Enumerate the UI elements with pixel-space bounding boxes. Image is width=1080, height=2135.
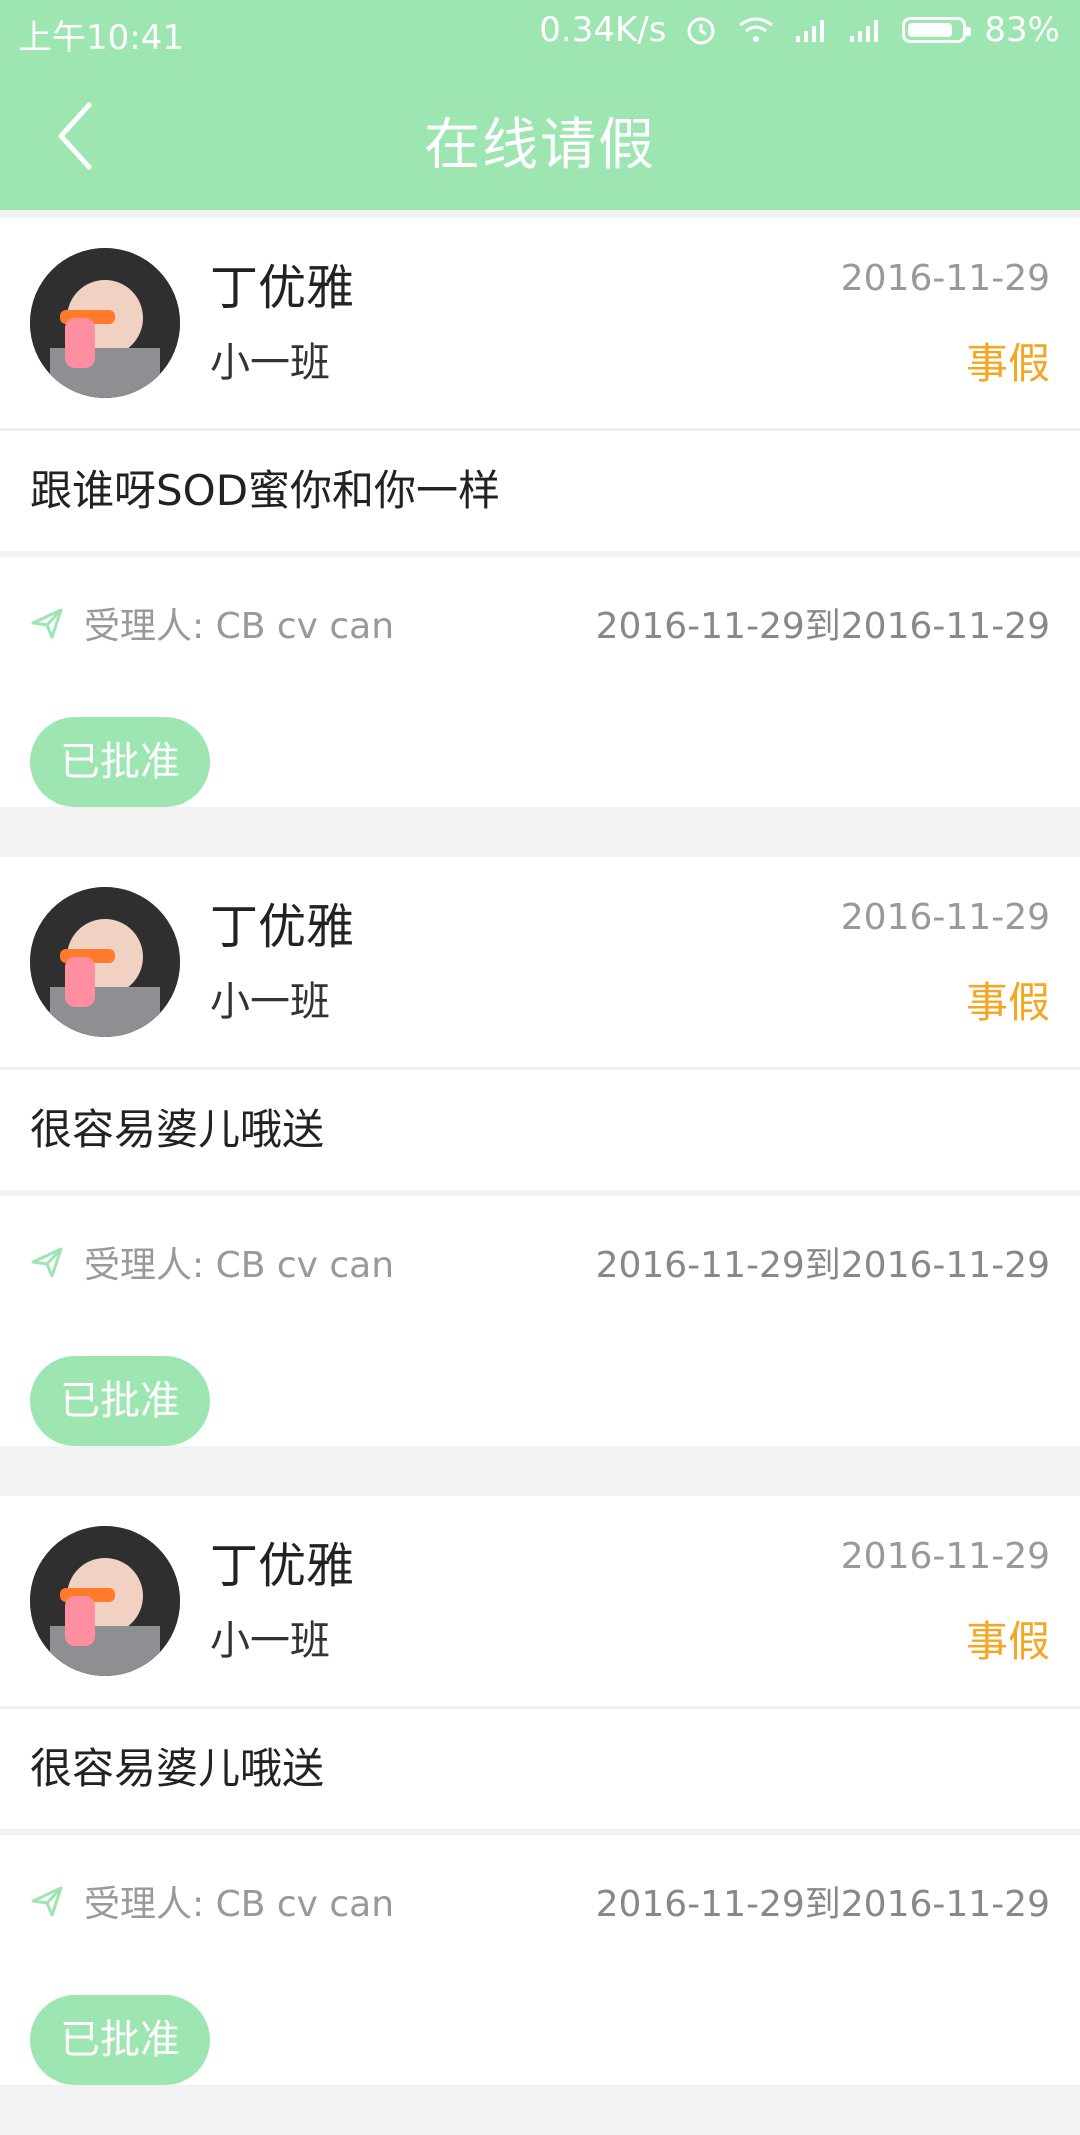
status-badge[interactable]: 已批准	[30, 717, 210, 807]
status-badge[interactable]: 已批准	[30, 1995, 210, 2085]
class-name: 小一班	[210, 979, 330, 1025]
submit-date: 2016-11-29	[840, 258, 1050, 299]
date-range: 2016-11-29到2016-11-29	[595, 1884, 1050, 1925]
avatar	[30, 1526, 180, 1676]
card-header: 丁优雅 小一班 2016-11-29 事假	[0, 1496, 1080, 1709]
class-name: 小一班	[210, 340, 330, 386]
network-speed: 0.34K/s	[539, 10, 667, 50]
date-range: 2016-11-29到2016-11-29	[595, 1245, 1050, 1286]
handler-row: 受理人: CB cv can	[30, 1236, 394, 1288]
leave-card[interactable]: 丁优雅 小一班 2016-11-29 事假 很容易婆儿哦送 受理人: CB cv…	[0, 857, 1080, 1446]
card-meta: 受理人: CB cv can 2016-11-29到2016-11-29 已批准	[0, 1835, 1080, 2085]
leave-list: 丁优雅 小一班 2016-11-29 事假 跟谁呀SOD蜜你和你一样 受理人: …	[0, 218, 1080, 2135]
send-icon	[31, 608, 63, 639]
battery-icon	[902, 17, 972, 43]
status-time: 上午10:41	[18, 18, 184, 58]
class-name: 小一班	[210, 1618, 330, 1664]
signal-icon	[848, 16, 884, 44]
handler-text: 受理人: CB cv can	[84, 1245, 395, 1286]
handler-text: 受理人: CB cv can	[84, 1884, 395, 1925]
page-title: 在线请假	[424, 113, 656, 178]
handler-row: 受理人: CB cv can	[30, 597, 394, 649]
send-icon	[31, 1247, 63, 1278]
submit-date: 2016-11-29	[840, 897, 1050, 938]
student-name: 丁优雅	[210, 1538, 355, 1594]
avatar	[30, 248, 180, 398]
status-right: 0.34K/s 83%	[539, 10, 1060, 50]
student-name: 丁优雅	[210, 260, 355, 316]
leave-reason: 很容易婆儿哦送	[0, 1709, 1080, 1835]
battery-percent: 83%	[984, 10, 1060, 50]
leave-type: 事假	[965, 339, 1050, 388]
leave-card[interactable]: 丁优雅 小一班 2016-11-29 事假 跟谁呀SOD蜜你和你一样 受理人: …	[0, 218, 1080, 807]
signal-icon	[794, 16, 830, 44]
status-bar: 上午10:41 0.34K/s 83%	[0, 0, 1080, 62]
leave-type: 事假	[965, 1617, 1050, 1666]
handler-text: 受理人: CB cv can	[84, 606, 395, 647]
card-header: 丁优雅 小一班 2016-11-29 事假	[0, 218, 1080, 431]
card-header: 丁优雅 小一班 2016-11-29 事假	[0, 857, 1080, 1070]
wifi-icon	[736, 15, 776, 45]
date-range: 2016-11-29到2016-11-29	[595, 606, 1050, 647]
avatar	[30, 887, 180, 1037]
alarm-icon	[684, 13, 718, 47]
student-name: 丁优雅	[210, 899, 355, 955]
handler-row: 受理人: CB cv can	[30, 1875, 394, 1927]
leave-card[interactable]: 丁优雅 小一班 2016-11-29 事假 很容易婆儿哦送 受理人: CB cv…	[0, 1496, 1080, 2085]
send-icon	[31, 1886, 63, 1917]
leave-type: 事假	[965, 978, 1050, 1027]
card-meta: 受理人: CB cv can 2016-11-29到2016-11-29 已批准	[0, 557, 1080, 807]
leave-reason: 跟谁呀SOD蜜你和你一样	[0, 431, 1080, 557]
app-bar: 在线请假	[0, 62, 1080, 210]
card-meta: 受理人: CB cv can 2016-11-29到2016-11-29 已批准	[0, 1196, 1080, 1446]
leave-reason: 很容易婆儿哦送	[0, 1070, 1080, 1196]
submit-date: 2016-11-29	[840, 1536, 1050, 1577]
status-badge[interactable]: 已批准	[30, 1356, 210, 1446]
